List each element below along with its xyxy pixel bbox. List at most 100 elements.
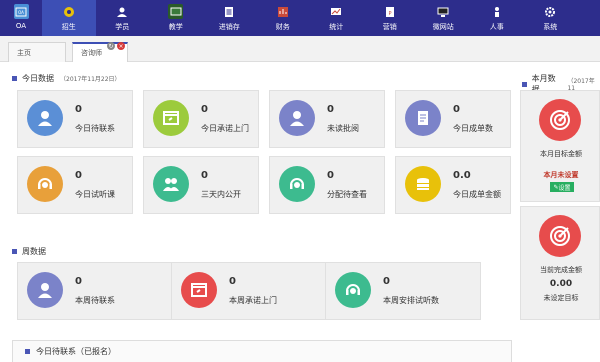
nav-item-label: 人事 xyxy=(489,23,504,31)
stat-label: 本周承诺上门 xyxy=(229,296,277,305)
teaching-icon xyxy=(168,4,184,19)
coins-icon xyxy=(405,166,441,202)
today-title: 今日数据 xyxy=(22,74,54,83)
target-icon xyxy=(539,215,581,257)
nav-item[interactable]: 微网站 xyxy=(417,0,471,36)
stat-label: 三天内公开 xyxy=(201,190,241,199)
stat-label: 今日待联系 xyxy=(75,124,115,133)
svg-text:OA: OA xyxy=(18,10,24,15)
svg-text:P: P xyxy=(388,11,391,17)
stat-label: 今日成单金额 xyxy=(453,190,501,199)
nav-item-label: 系统 xyxy=(543,23,558,31)
stat-label: 本周待联系 xyxy=(75,296,115,305)
stat-value: 0.0 xyxy=(453,170,471,181)
nav-item[interactable]: OA OA xyxy=(0,0,42,36)
stat-card[interactable]: 0 分配待查看 xyxy=(269,156,385,214)
set-target-button[interactable]: ✎ 设置 xyxy=(550,182,574,192)
month-done-value: 0.00 xyxy=(549,279,573,289)
close-icon[interactable]: × xyxy=(117,42,125,50)
week-title: 周数据 xyxy=(22,247,46,256)
hr-icon xyxy=(489,4,504,19)
stat-value: 0 xyxy=(75,170,82,181)
user-icon xyxy=(279,100,315,136)
stat-value: 0 xyxy=(327,170,334,181)
month-no-target: 未设定目标 xyxy=(543,294,579,302)
nav-item-label: 教学 xyxy=(168,23,183,31)
browser-icon xyxy=(181,272,217,308)
bottom-title: 今日待联系（已报名） xyxy=(36,347,116,356)
nav-item-label: 学员 xyxy=(115,23,130,31)
target-icon xyxy=(539,99,581,141)
stat-value: 0 xyxy=(201,104,208,115)
tab-home[interactable]: 主页 xyxy=(8,42,66,62)
stat-label: 未读批阅 xyxy=(327,124,359,133)
student-icon xyxy=(115,4,130,19)
stat-card[interactable]: 0 本周安排试听数 xyxy=(325,262,481,320)
nav-item[interactable]: P 营销 xyxy=(363,0,417,36)
tab-home-label: 主页 xyxy=(17,48,31,57)
today-date: （2017年11月22日） xyxy=(60,76,121,83)
enrollment-icon xyxy=(61,4,76,19)
nav-item[interactable]: 进销存 xyxy=(203,0,257,36)
user-icon xyxy=(27,272,63,308)
stat-card[interactable]: 0 今日成单数 xyxy=(395,90,511,148)
month-done-label: 当前完成金额 xyxy=(540,266,582,274)
stat-label: 今日试听课 xyxy=(75,190,115,199)
nav-item-label: 统计 xyxy=(329,23,344,31)
document-icon xyxy=(405,100,441,136)
refresh-icon[interactable]: ↻ xyxy=(107,42,115,50)
nav-item[interactable]: 教学 xyxy=(149,0,203,36)
nav-item-label: 财务 xyxy=(275,23,290,31)
stat-card[interactable]: 0 本周承诺上门 xyxy=(171,262,327,320)
nav-item-label: 微网站 xyxy=(432,23,454,31)
nav-item[interactable]: 招生 xyxy=(42,0,96,36)
tab-bar: 主页 咨询师 ↻ × xyxy=(0,36,600,62)
stat-card[interactable]: 0 今日承诺上门 xyxy=(143,90,259,148)
nav-item[interactable]: 统计 xyxy=(310,0,364,36)
set-target-button-label: 设置 xyxy=(558,184,571,192)
stat-value: 0 xyxy=(75,276,82,287)
stat-card[interactable]: 0 未读批阅 xyxy=(269,90,385,148)
month-target-card: 本月目标金额 本月未设置 ✎ 设置 xyxy=(520,90,600,202)
nav-item[interactable]: 学员 xyxy=(96,0,150,36)
system-icon xyxy=(543,4,558,19)
finance-icon xyxy=(275,4,290,19)
month-done-card: 当前完成金额 0.00 未设定目标 xyxy=(520,206,600,320)
stat-label: 今日承诺上门 xyxy=(201,124,249,133)
stat-label: 本周安排试听数 xyxy=(383,296,439,305)
oa-icon: OA xyxy=(13,4,29,19)
stat-value: 0 xyxy=(201,170,208,181)
users-icon xyxy=(153,166,189,202)
top-nav: OA OA 招生 学员 教学 进销存 财务 统计 P 营销 微网站 人事 系统 xyxy=(0,0,600,36)
month-unset-text: 本月未设置 xyxy=(543,171,579,179)
month-target-label: 本月目标金额 xyxy=(540,150,582,158)
stat-value: 0 xyxy=(383,276,390,287)
statistics-icon xyxy=(329,4,344,19)
today-section-title: 今日数据 （2017年11月22日） xyxy=(12,73,121,84)
stat-label: 分配待查看 xyxy=(327,190,367,199)
nav-item-label: 招生 xyxy=(61,23,76,31)
inventory-icon xyxy=(222,4,237,19)
stat-card[interactable]: 0 本周待联系 xyxy=(17,262,173,320)
nav-item[interactable]: 财务 xyxy=(256,0,310,36)
headset-icon xyxy=(279,166,315,202)
nav-item[interactable]: 人事 xyxy=(470,0,524,36)
stat-value: 0 xyxy=(453,104,460,115)
marketing-icon: P xyxy=(382,4,397,19)
stat-card[interactable]: 0 三天内公开 xyxy=(143,156,259,214)
stat-card[interactable]: 0 今日试听课 xyxy=(17,156,133,214)
stat-value: 0 xyxy=(75,104,82,115)
user-icon xyxy=(27,100,63,136)
nav-item-label: OA xyxy=(15,22,27,30)
stat-card[interactable]: 0 今日待联系 xyxy=(17,90,133,148)
week-section-title: 周数据 xyxy=(12,246,46,257)
tab-current-label: 咨询师 xyxy=(81,49,102,57)
microsite-icon xyxy=(436,4,451,19)
stat-value: 0 xyxy=(229,276,236,287)
headset-icon xyxy=(27,166,63,202)
nav-item-label: 进销存 xyxy=(218,23,240,31)
stat-card[interactable]: 0.0 今日成单金额 xyxy=(395,156,511,214)
nav-item[interactable]: 系统 xyxy=(524,0,578,36)
browser-icon xyxy=(153,100,189,136)
stat-label: 今日成单数 xyxy=(453,124,493,133)
